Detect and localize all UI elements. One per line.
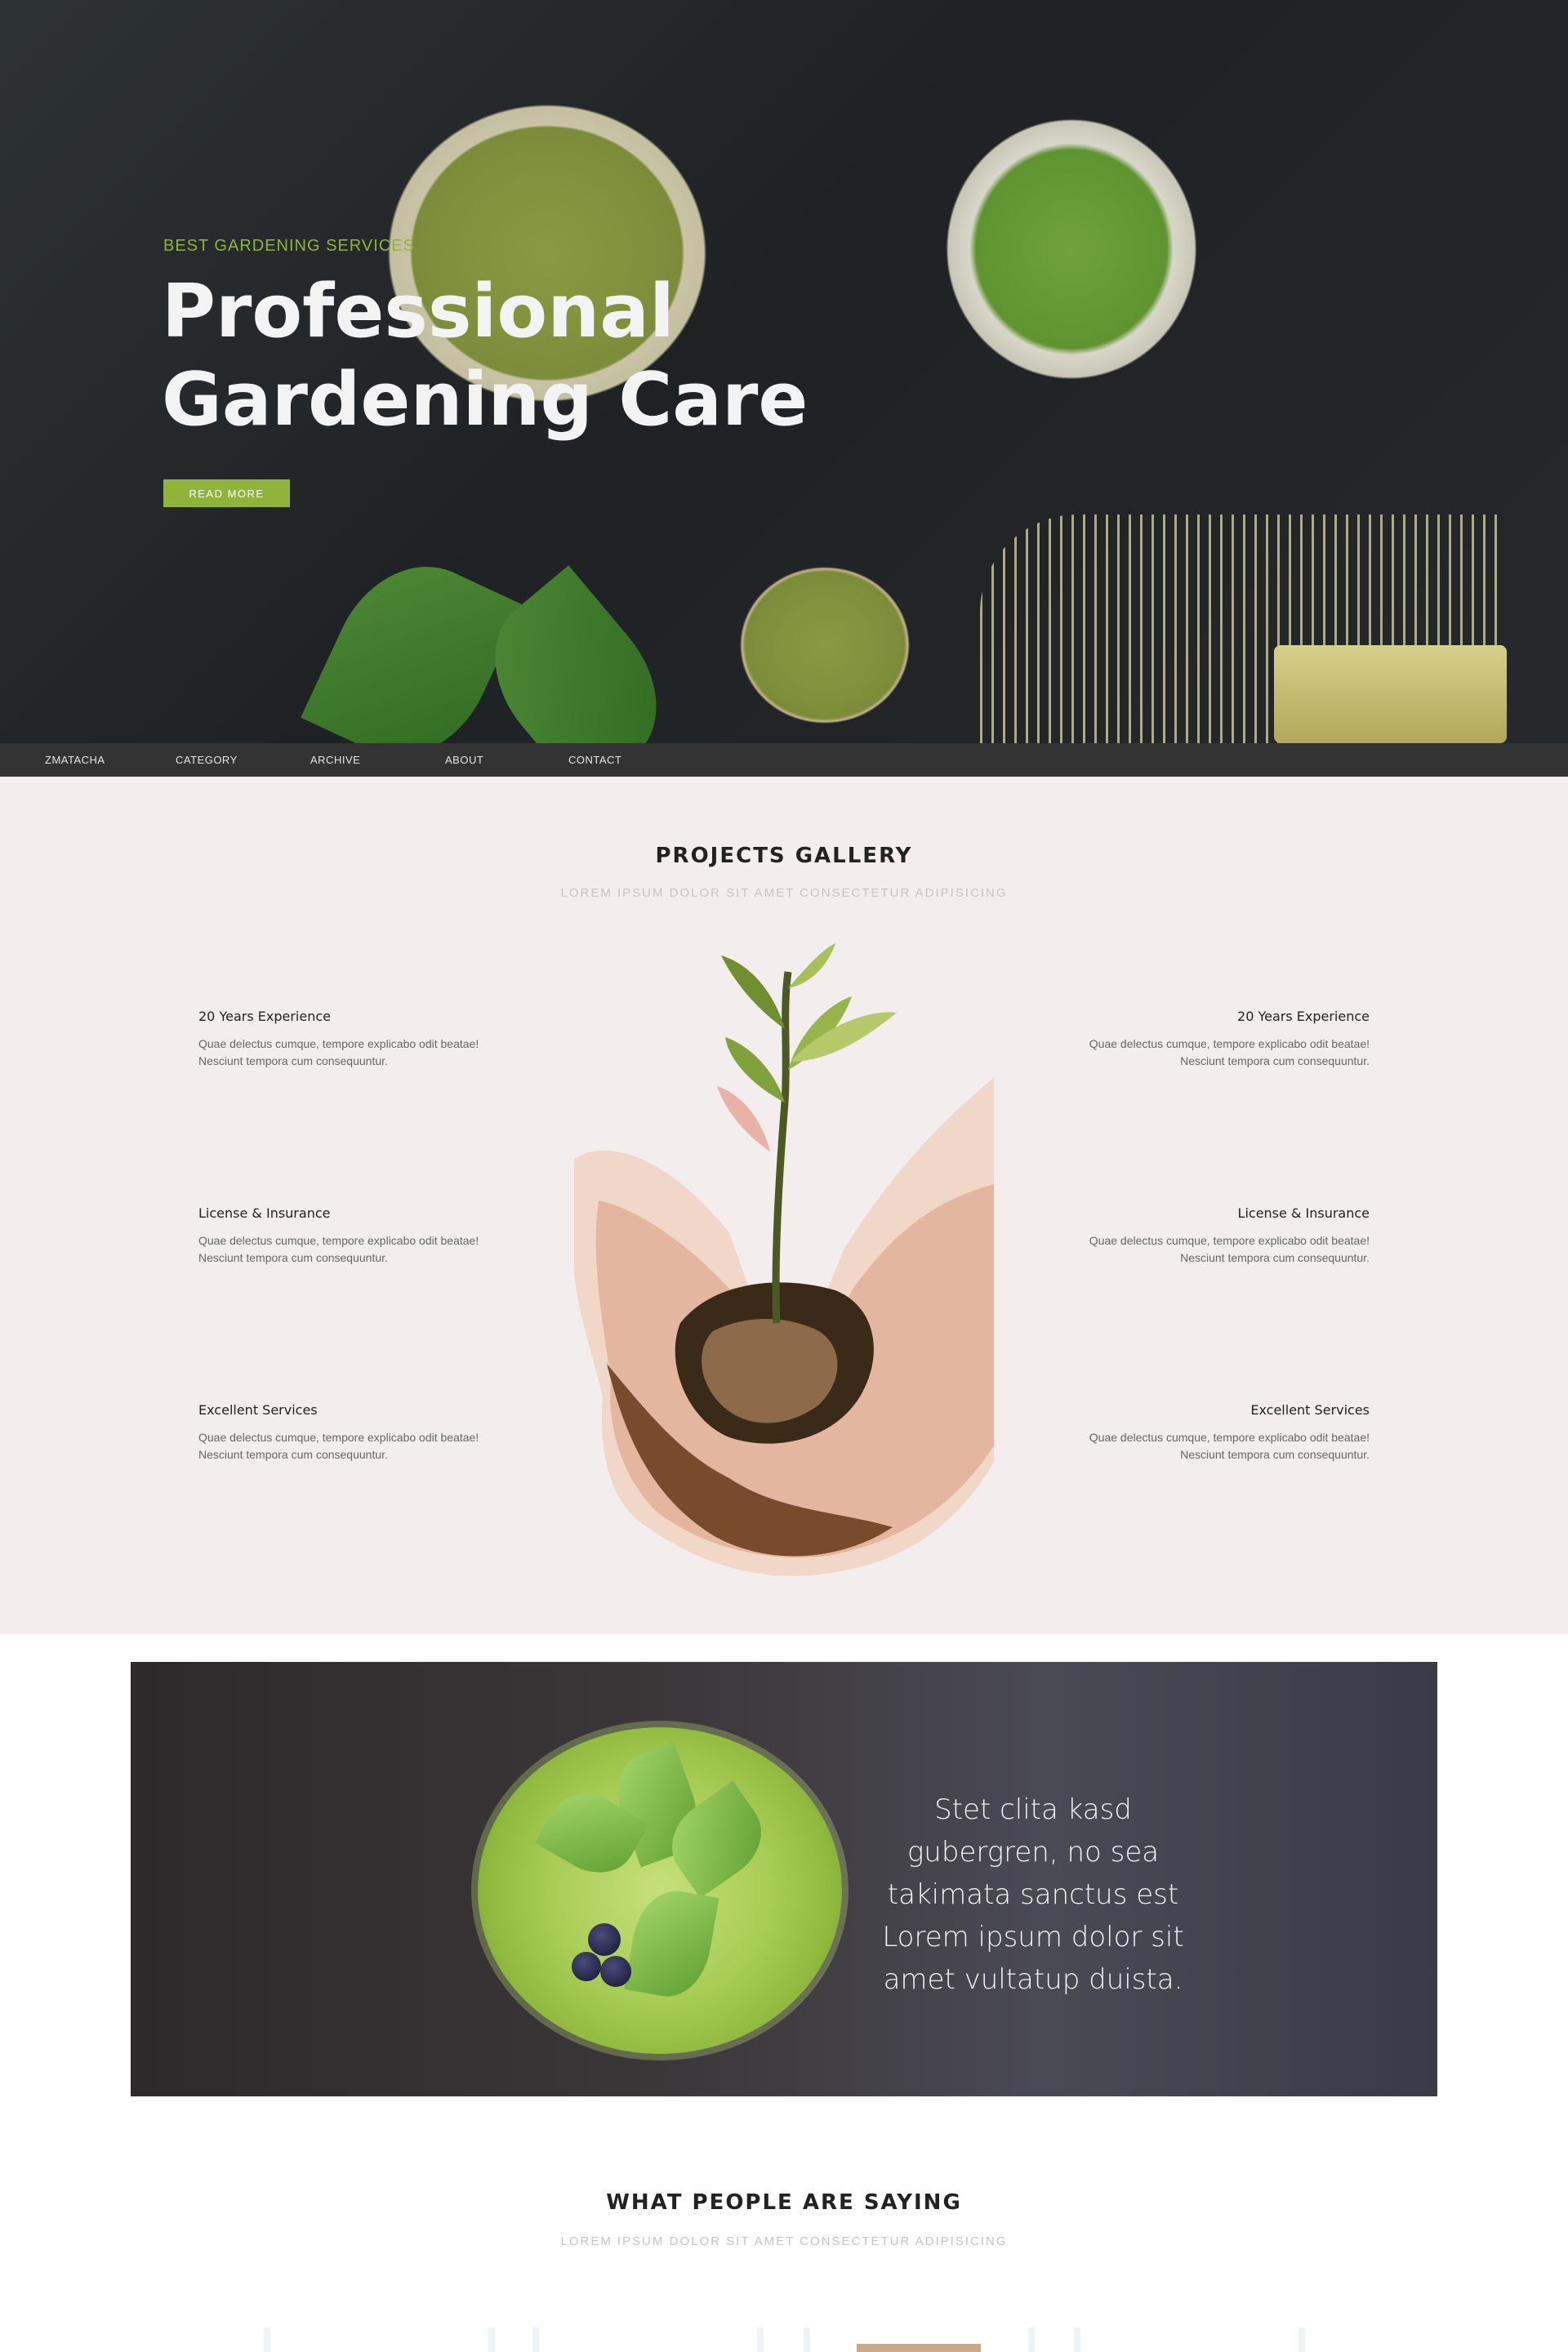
nav-item-about[interactable]: ABOUT (445, 743, 483, 777)
avatar (857, 2344, 981, 2352)
nav-item-contact[interactable]: CONTACT (568, 743, 621, 777)
feature-item: License & Insurance Quae delectus cumque… (1043, 1205, 1370, 1267)
feature-text: Quae delectus cumque, tempore explicabo … (198, 1431, 479, 1461)
feature-title: 20 Years Experience (1237, 1009, 1370, 1024)
read-more-button[interactable]: READ MORE (163, 479, 290, 507)
blueberry-image (600, 1956, 631, 1987)
nav-item-category[interactable]: CATEGORY (176, 743, 238, 777)
blueberry-image (572, 1952, 601, 1981)
hero-kicker: BEST GARDENING SERVICES (163, 237, 415, 255)
main-nav: ZMATACHA CATEGORY ARCHIVE ABOUT CONTACT (0, 743, 1568, 777)
hero-section: BEST GARDENING SERVICES Professional Gar… (0, 0, 1568, 799)
nav-item-zmatacha[interactable]: ZMATACHA (45, 743, 105, 777)
testimonials-subtitle: LOREM IPSUM DOLOR SIT AMET CONSECTETUR A… (560, 2234, 1008, 2248)
feature-item: License & Insurance Quae delectus cumque… (198, 1205, 525, 1267)
feature-text: Quae delectus cumque, tempore explicabo … (1089, 1037, 1370, 1067)
feature-item: Excellent Services Quae delectus cumque,… (1043, 1402, 1370, 1463)
hero-title: Professional Gardening Care (162, 269, 808, 443)
feature-title: 20 Years Experience (198, 1009, 331, 1024)
gallery-subtitle: LOREM IPSUM DOLOR SIT AMET CONSECTETUR A… (560, 886, 1008, 900)
testimonial-card (264, 2328, 495, 2352)
feature-title: Excellent Services (1250, 1402, 1370, 1418)
whisk-handle-image (1274, 645, 1507, 743)
feature-text: Quae delectus cumque, tempore explicabo … (1089, 1431, 1370, 1461)
quote-banner: Stet clita kasd gubergren, no sea takima… (131, 1662, 1437, 2096)
gallery-title: PROJECTS GALLERY (655, 844, 913, 868)
nav-item-archive[interactable]: ARCHIVE (310, 743, 360, 777)
feature-text: Quae delectus cumque, tempore explicabo … (1089, 1234, 1370, 1264)
feature-text: Quae delectus cumque, tempore explicabo … (198, 1234, 479, 1264)
feature-text: Quae delectus cumque, tempore explicabo … (198, 1037, 479, 1067)
blueberry-image (588, 1923, 621, 1956)
feature-title: Excellent Services (198, 1402, 318, 1418)
testimonial-card (1074, 2328, 1305, 2352)
feature-title: License & Insurance (1237, 1205, 1370, 1221)
feature-item: 20 Years Experience Quae delectus cumque… (198, 1009, 525, 1070)
testimonial-card (532, 2328, 764, 2352)
plant-in-hands-illustration (574, 943, 994, 1576)
feature-item: 20 Years Experience Quae delectus cumque… (1043, 1009, 1370, 1070)
testimonials-title: WHAT PEOPLE ARE SAYING (606, 2190, 962, 2215)
banner-quote: Stet clita kasd gubergren, no sea takima… (882, 1793, 1184, 1996)
feature-title: License & Insurance (198, 1205, 331, 1221)
feature-item: Excellent Services Quae delectus cumque,… (198, 1402, 525, 1463)
